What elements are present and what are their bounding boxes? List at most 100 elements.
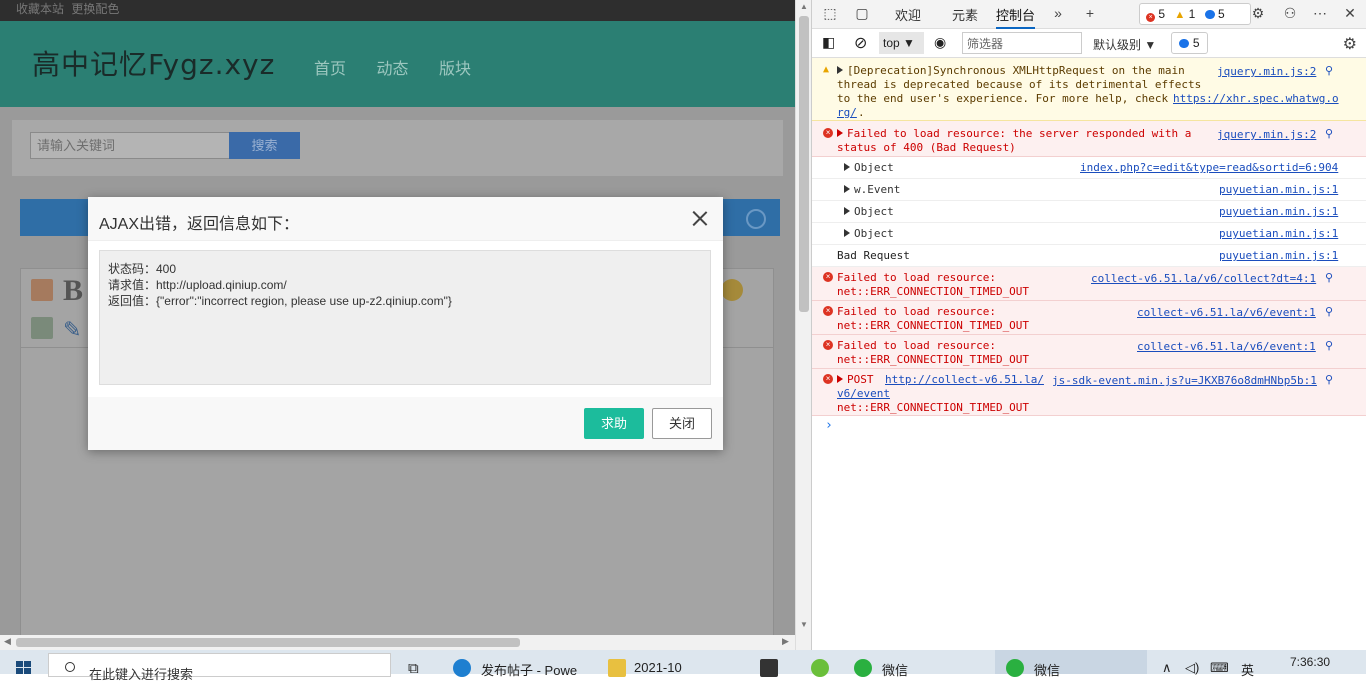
more-tabs-icon[interactable]: »	[1050, 5, 1066, 21]
palette-icon[interactable]	[746, 209, 766, 229]
ime-indicator[interactable]: 英	[1241, 660, 1254, 679]
message-count-button[interactable]: 5	[1171, 32, 1208, 54]
console-row-warning[interactable]: ▲ [Deprecation]Synchronous XMLHttpReques…	[812, 58, 1366, 121]
windows-start-icon[interactable]	[16, 661, 32, 674]
console-row-error[interactable]: × Failed to load resource: net::ERR_CONN…	[812, 335, 1366, 369]
log-level-selector[interactable]: 默认级别 ▼	[1093, 36, 1156, 53]
clear-console-icon[interactable]: ⊘	[854, 33, 867, 53]
source-link[interactable]: puyuetian.min.js:1	[1219, 227, 1338, 240]
keyword-input[interactable]: 请输入关键词	[30, 132, 236, 159]
request-url-link[interactable]: http://collect-v6.51.la/	[885, 373, 1044, 386]
console-row-object[interactable]: Object puyuetian.min.js:1	[812, 201, 1366, 223]
search-icon[interactable]: ⚲	[1325, 64, 1333, 77]
store-icon[interactable]	[760, 659, 778, 677]
wechat-icon[interactable]	[854, 659, 872, 677]
folder-icon[interactable]	[608, 659, 626, 677]
request-url-link-cont[interactable]: v6/event	[837, 387, 890, 400]
scroll-up-icon[interactable]: ▲	[800, 2, 808, 11]
console-row-object[interactable]: w.Event puyuetian.min.js:1	[812, 179, 1366, 201]
tab-welcome[interactable]: 欢迎	[895, 5, 921, 24]
vertical-scrollbar[interactable]: ▲ ▼	[795, 0, 812, 650]
search-button[interactable]: 搜索	[229, 132, 300, 159]
emoji-icon[interactable]	[721, 279, 743, 301]
console-row-error[interactable]: × Failed to load resource: net::ERR_CONN…	[812, 267, 1366, 301]
source-link[interactable]: puyuetian.min.js:1	[1219, 249, 1338, 262]
close-button[interactable]: 关闭	[652, 408, 712, 439]
eye-icon[interactable]: ◉	[934, 34, 946, 51]
change-color-link[interactable]: 更换配色	[71, 2, 119, 16]
expand-arrow-icon[interactable]	[844, 163, 850, 171]
add-tab-icon[interactable]: +	[1082, 5, 1098, 21]
customize-icon[interactable]: ⚇	[1282, 5, 1298, 21]
search-icon[interactable]: ⚲	[1325, 127, 1333, 140]
attachment-icon[interactable]: ✎	[63, 317, 85, 342]
search-icon[interactable]: ⚲	[1325, 373, 1333, 386]
console-prompt-icon[interactable]: ›	[825, 418, 833, 433]
html-icon[interactable]	[31, 279, 53, 301]
nav-activity[interactable]: 动态	[376, 61, 408, 78]
nav-home[interactable]: 首页	[314, 61, 346, 78]
taskbar-item-wechat-1[interactable]: 微信	[882, 660, 908, 679]
scroll-down-icon[interactable]: ▼	[800, 620, 808, 629]
xhr-spec-link[interactable]: https://xhr.spec.whatwg.o	[1173, 92, 1339, 105]
console-row-object[interactable]: Object index.php?c=edit&type=read&sortid…	[812, 157, 1366, 179]
expand-arrow-icon[interactable]	[844, 229, 850, 237]
xhr-spec-link-cont[interactable]: rg/	[837, 106, 857, 119]
horizontal-scrollbar[interactable]: ◀ ▶	[0, 635, 795, 650]
source-link[interactable]: jquery.min.js:2	[1217, 128, 1316, 141]
console-settings-icon[interactable]: ⚙	[1343, 34, 1357, 54]
expand-arrow-icon[interactable]	[844, 185, 850, 193]
tab-console[interactable]: 控制台	[996, 5, 1036, 29]
app-icon[interactable]	[811, 659, 829, 677]
nav-boards[interactable]: 版块	[439, 61, 471, 78]
taskbar-item-folder[interactable]: 2021-10	[634, 660, 682, 675]
horizontal-scroll-thumb[interactable]	[16, 638, 520, 647]
image-icon[interactable]	[31, 317, 53, 339]
inspect-icon[interactable]: ⬚	[822, 5, 838, 21]
close-icon[interactable]	[688, 207, 712, 231]
settings-gear-icon[interactable]: ⚙	[1250, 5, 1266, 21]
source-link[interactable]: index.php?c=edit&type=read&sortid=6:904	[1080, 161, 1338, 174]
task-view-icon[interactable]: ⧉	[408, 660, 419, 677]
more-options-icon[interactable]: ⋯	[1312, 5, 1328, 21]
system-clock[interactable]: 7:36:30	[1290, 655, 1330, 669]
source-link[interactable]: collect-v6.51.la/v6/collect?dt=4:1	[1091, 272, 1316, 285]
sidebar-toggle-icon[interactable]: ◧	[822, 34, 835, 51]
taskbar-search-box[interactable]: 在此键入进行搜索	[48, 653, 391, 682]
device-emulation-icon[interactable]: ▢	[854, 5, 870, 21]
site-logo[interactable]: 高中记忆Fygz.xyz	[32, 43, 275, 83]
vertical-scroll-thumb[interactable]	[799, 16, 809, 312]
console-row-error[interactable]: × Failed to load resource: net::ERR_CONN…	[812, 301, 1366, 335]
help-button[interactable]: 求助	[584, 408, 644, 439]
context-selector[interactable]: top ▼	[879, 32, 924, 54]
wechat-icon[interactable]	[1006, 659, 1024, 677]
source-link[interactable]: puyuetian.min.js:1	[1219, 205, 1338, 218]
filter-input[interactable]: 筛选器	[962, 32, 1082, 54]
taskbar-item-wechat-2[interactable]: 微信	[1034, 660, 1060, 679]
console-row-text[interactable]: Bad Request puyuetian.min.js:1	[812, 245, 1366, 267]
search-icon[interactable]: ⚲	[1325, 305, 1333, 318]
tab-elements[interactable]: 元素	[952, 5, 978, 24]
search-icon[interactable]: ⚲	[1325, 339, 1333, 352]
issue-badges[interactable]: × 5 ▲ 1 5	[1139, 3, 1251, 25]
search-icon[interactable]: ⚲	[1325, 271, 1333, 284]
scroll-right-icon[interactable]: ▶	[782, 636, 789, 647]
source-link[interactable]: js-sdk-event.min.js?u=JKXB76o8dmHNbp5b:1	[1052, 374, 1317, 387]
scroll-left-icon[interactable]: ◀	[4, 636, 11, 647]
console-row-error[interactable]: × Failed to load resource: the server re…	[812, 121, 1366, 157]
browser-icon[interactable]	[453, 659, 471, 677]
expand-arrow-icon[interactable]	[837, 129, 843, 137]
source-link[interactable]: collect-v6.51.la/v6/event:1	[1137, 340, 1316, 353]
expand-arrow-icon[interactable]	[837, 375, 843, 383]
source-link[interactable]: puyuetian.min.js:1	[1219, 183, 1338, 196]
source-link[interactable]: jquery.min.js:2	[1217, 65, 1316, 78]
console-row-object[interactable]: Object puyuetian.min.js:1	[812, 223, 1366, 245]
source-link[interactable]: collect-v6.51.la/v6/event:1	[1137, 306, 1316, 319]
devtools-panel: ⬚ ▢ 欢迎 元素 控制台 » + × 5 ▲ 1 5 ⚙ ⚇ ⋯ ✕ ◧ ⊘ …	[811, 0, 1366, 650]
expand-arrow-icon[interactable]	[844, 207, 850, 215]
taskbar-item-browser[interactable]: 发布帖子 - Powe	[481, 660, 577, 679]
console-row-error[interactable]: × POST http://collect-v6.51.la/ v6/event…	[812, 369, 1366, 416]
close-devtools-icon[interactable]: ✕	[1342, 5, 1358, 21]
bookmark-link[interactable]: 收藏本站	[16, 2, 64, 16]
expand-arrow-icon[interactable]	[837, 66, 843, 74]
